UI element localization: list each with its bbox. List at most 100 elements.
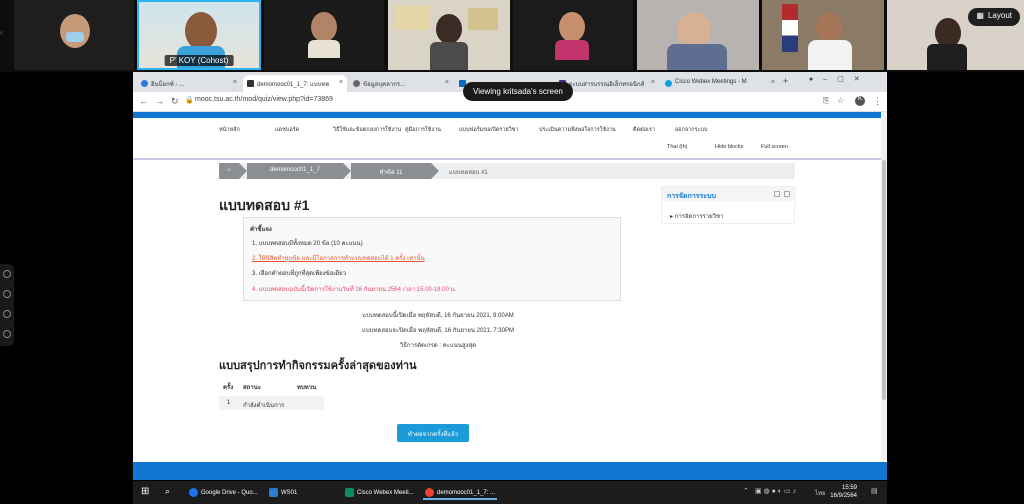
breadcrumb-current: แบบทดสอบ #1	[449, 170, 488, 176]
close-icon[interactable]: ×	[233, 79, 237, 86]
background-image	[468, 8, 498, 30]
search-icon[interactable]: ⌕	[165, 486, 170, 497]
moodle-nav: หน้าหลัก แดชบอร์ด วิธีใช้และข้อตกลงการใช…	[133, 118, 887, 160]
browser-tab[interactable]: ข้อมูลบุคลากร... ×	[349, 75, 453, 92]
back-icon[interactable]: ←	[139, 96, 148, 106]
tab-label: อินบ็อกซ์ - ...	[151, 82, 185, 88]
course-admin-link[interactable]: ▸ การจัดการรายวิชา	[670, 211, 723, 221]
nav-item-dashboard[interactable]: แดชบอร์ด	[275, 126, 299, 134]
block-header: การจัดการระบบ	[662, 187, 796, 201]
close-icon[interactable]: ×	[339, 79, 343, 86]
new-tab-icon[interactable]: +	[783, 76, 788, 86]
annotate-icon[interactable]	[3, 270, 11, 278]
course-admin-label: การจัดการรายวิชา	[674, 214, 724, 220]
clock-date: 16/9/2564	[830, 493, 857, 499]
breadcrumb-section[interactable]: หัวข้อ 11	[351, 163, 439, 179]
url-field[interactable]: mooc.tsu.ac.th/mod/quiz/view.php?id=7386…	[195, 96, 333, 103]
chevron-up-icon[interactable]: ⌃	[743, 487, 749, 495]
close-icon[interactable]: ×	[771, 79, 775, 86]
browser-tab[interactable]: Cisco Webex Meetings - M ×	[661, 75, 779, 92]
page-content: ⌂ demomooc01_1_7 หัวข้อ 11 แบบทดสอบ #1 แ…	[133, 160, 881, 460]
taskbar-item-webex[interactable]: Cisco Webex Meeti...	[343, 485, 417, 500]
dock-icon[interactable]	[784, 191, 790, 197]
nav-item-home[interactable]: หน้าหลัก	[219, 126, 240, 134]
site-icon	[353, 80, 360, 87]
nav-item-terms[interactable]: วิธีใช้และข้อตกลงการใช้งาน	[333, 126, 401, 134]
language-menu[interactable]: Thai (th)	[667, 144, 687, 150]
fit-icon[interactable]	[3, 330, 11, 338]
breadcrumb: ⌂ demomooc01_1_7 หัวข้อ 11 แบบทดสอบ #1	[219, 163, 795, 179]
avatar	[555, 40, 589, 60]
scrollbar-thumb[interactable]	[882, 160, 886, 400]
input-language[interactable]: ไทย	[815, 488, 826, 498]
participant-tile[interactable]	[264, 0, 384, 70]
taskbar-item-chrome-moodle[interactable]: demomooc01_1_7: ...	[423, 485, 497, 500]
window-controls: ●–▢✕	[809, 76, 870, 83]
continue-attempt-button[interactable]: ทำต่อจากครั้งที่แล้ว	[397, 424, 469, 442]
flag-image	[782, 4, 798, 52]
forward-icon[interactable]: →	[155, 96, 164, 106]
participant-tile[interactable]	[513, 0, 633, 70]
translate-icon[interactable]: ⎘	[823, 96, 829, 106]
taskbar-label: WS01	[281, 490, 298, 496]
participant-tile-cohost[interactable]: P' KOY (Cohost)	[137, 0, 261, 70]
close-icon[interactable]: ×	[651, 79, 655, 86]
nav-item-manual[interactable]: คู่มือการใช้งาน	[405, 126, 441, 134]
reload-icon[interactable]: ↻	[171, 96, 179, 107]
instruction-item: 2. ให้นิสิตทำทุกข้อ และมีโอกาสการทำแบบทด…	[252, 256, 425, 262]
nav-item-logout[interactable]: ออกจากระบบ	[675, 126, 707, 134]
full-screen-button[interactable]: Full screen	[761, 144, 788, 150]
hide-blocks-button[interactable]: Hide blocks	[715, 144, 743, 150]
participant-tile[interactable]	[637, 0, 759, 70]
tab-label: ข้อมูลบุคลากร...	[363, 82, 406, 88]
sharing-banner: Viewing kritsada's screen	[463, 82, 573, 101]
participant-tile[interactable]	[762, 0, 884, 70]
notifications-icon[interactable]: ▤	[871, 487, 878, 495]
windows-start-icon[interactable]: ⊞	[141, 486, 149, 497]
close-icon[interactable]: ×	[445, 79, 449, 86]
browser-tab-active[interactable]: demomooc01_1_7: แบบทด ×	[243, 75, 347, 92]
browser-tab[interactable]: อินบ็อกซ์ - ... ×	[137, 75, 241, 92]
tray-icons[interactable]: ▣ ◍ ● ◐ ▭ ♪	[755, 487, 796, 495]
layout-icon: ▦	[976, 11, 984, 20]
meeting-side-toolbar	[0, 264, 14, 346]
system-clock[interactable]: 15:59 16/9/2564	[830, 484, 857, 500]
webex-icon	[665, 80, 672, 87]
tab-label: Cisco Webex Meetings - M	[675, 79, 747, 85]
home-icon: ⌂	[227, 167, 231, 173]
attempt-status: กำลังดำเนินการ	[243, 403, 285, 409]
star-icon[interactable]: ☆	[837, 96, 844, 105]
breadcrumb-course[interactable]: demomooc01_1_7	[247, 163, 351, 179]
scrollbar[interactable]	[881, 112, 887, 460]
summary-header-status: สถานะ	[243, 385, 261, 391]
avatar	[66, 32, 84, 42]
avatar	[436, 14, 462, 44]
gmail-icon	[141, 80, 148, 87]
background-image	[396, 6, 430, 30]
participant-name: P' KOY (Cohost)	[164, 55, 234, 66]
summary-header-attempt: ครั้ง	[223, 385, 234, 391]
profile-avatar[interactable]: K	[855, 96, 865, 106]
zoom-in-icon[interactable]	[3, 290, 11, 298]
participant-tile[interactable]	[14, 0, 134, 70]
quiz-open-date: แบบทดสอบนี้เปิดเมื่อ พฤหัสบดี, 16 กันยาย…	[362, 313, 514, 319]
nav-item-request[interactable]: แบบฟอร์มขอเปิดรายวิชา	[459, 126, 519, 134]
participant-tile[interactable]	[388, 0, 510, 70]
zoom-out-icon[interactable]	[3, 310, 11, 318]
tab-label: ระบบสารบรรณอิเล็กทรอนิกส์	[569, 82, 645, 88]
layout-button[interactable]: ▦ Layout	[968, 8, 1020, 26]
quiz-close-date: แบบทดสอบจะปิดเมื่อ พฤหัสบดี, 16 กันยายน …	[362, 328, 514, 334]
layout-label: Layout	[987, 11, 1012, 20]
clock-time: 15:59	[841, 485, 857, 491]
avatar	[816, 12, 842, 42]
taskbar-item-ws01[interactable]: WS01	[267, 485, 337, 500]
nav-item-survey[interactable]: ประเมินความพึงพอใจการใช้งาน	[539, 126, 616, 134]
nav-item-contact[interactable]: ติดต่อเรา	[633, 126, 655, 134]
collapse-icon[interactable]	[774, 191, 780, 197]
summary-header-review: ทบทวน	[297, 385, 317, 391]
breadcrumb-home[interactable]: ⌂	[219, 163, 247, 179]
chevron-left-icon[interactable]: ‹	[0, 28, 6, 40]
menu-icon[interactable]: ⋮	[873, 96, 882, 107]
avatar	[927, 44, 967, 70]
taskbar-item-chrome-drive[interactable]: Google Drive - Quo...	[187, 485, 261, 500]
